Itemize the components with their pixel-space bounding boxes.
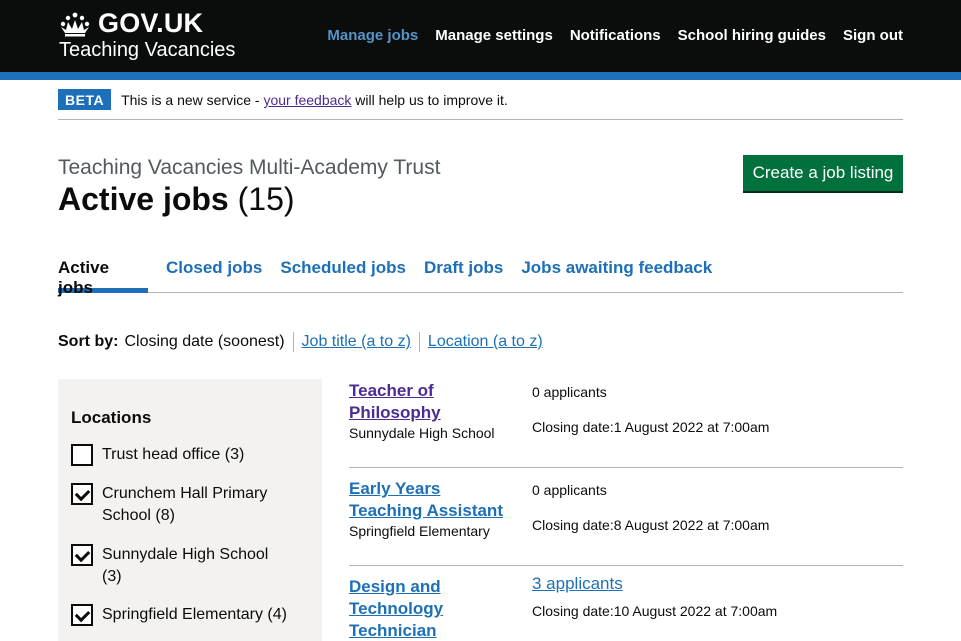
job-school: Sunnydale High School: [349, 425, 495, 441]
tab-active-jobs[interactable]: Active jobs: [58, 258, 148, 297]
nav-manage-jobs[interactable]: Manage jobs: [327, 27, 418, 44]
job-title-link[interactable]: Design and Technology Technician: [349, 576, 509, 641]
job-title-link[interactable]: Early Years Teaching Assistant: [349, 478, 509, 522]
checkbox-label: Crunchem Hall Primary School (8): [102, 485, 268, 524]
govuk-logo[interactable]: GOV.UK: [58, 8, 203, 39]
job-status-tabs: Active jobs Closed jobs Scheduled jobs D…: [58, 258, 903, 297]
nav-notifications[interactable]: Notifications: [570, 27, 661, 44]
filter-heading: Locations: [71, 408, 152, 427]
nav-manage-settings[interactable]: Manage settings: [435, 27, 553, 44]
sort-divider: [292, 332, 294, 352]
create-job-listing-button[interactable]: Create a job listing: [743, 155, 903, 191]
checkbox[interactable]: [71, 483, 93, 505]
sort-job-title-link[interactable]: Job title (a to z): [302, 333, 411, 351]
job-closing-date: Closing date:1 August 2022 at 7:00am: [532, 419, 770, 435]
checkbox-label: Trust head office (3): [102, 446, 245, 463]
sort-location-link[interactable]: Location (a to z): [428, 333, 543, 351]
phase-banner: BETA This is a new service - your feedba…: [58, 89, 903, 120]
job-title-link[interactable]: Teacher of Philosophy: [349, 380, 509, 424]
beta-text-after: will help us to improve it.: [351, 92, 508, 108]
tab-jobs-awaiting-feedback[interactable]: Jobs awaiting feedback: [521, 258, 712, 293]
tab-draft-jobs[interactable]: Draft jobs: [424, 258, 503, 293]
checkbox[interactable]: [71, 444, 93, 466]
job-divider: [349, 565, 903, 566]
checkbox-label: Sunnydale High School (3): [102, 546, 269, 585]
sort-options: Sort by: Closing date (soonest) Job titl…: [58, 332, 543, 352]
logo-text: GOV.UK: [98, 8, 204, 38]
tab-scheduled-jobs[interactable]: Scheduled jobs: [280, 258, 406, 293]
filter-trust-head-office[interactable]: Trust head office (3): [71, 444, 292, 466]
job-applicants: 0 applicants: [532, 384, 607, 400]
nav-sign-out[interactable]: Sign out: [843, 27, 903, 44]
organisation-caption: Teaching Vacancies Multi-Academy Trust: [58, 156, 441, 179]
header-accent-bar: [0, 72, 961, 80]
filter-springfield-elementary[interactable]: Springfield Elementary (4): [71, 604, 292, 626]
job-closing-date: Closing date:8 August 2022 at 7:00am: [532, 517, 770, 533]
page-title-text: Active jobs: [58, 181, 229, 217]
page-title: Active jobs (15): [58, 181, 295, 218]
sort-divider: [418, 332, 420, 352]
job-school: Springfield Elementary: [349, 523, 490, 539]
service-name[interactable]: Teaching Vacancies: [59, 39, 235, 62]
checkbox[interactable]: [71, 544, 93, 566]
crown-icon: [60, 12, 90, 36]
job-divider: [349, 467, 903, 468]
beta-tag: BETA: [58, 89, 112, 110]
job-closing-date: Closing date:10 August 2022 at 7:00am: [532, 603, 778, 619]
job-applicants-link[interactable]: 3 applicants: [532, 574, 623, 594]
sort-current: Closing date (soonest): [124, 333, 285, 350]
job-count: (15): [237, 181, 295, 217]
sort-label: Sort by:: [58, 333, 119, 350]
site-header: GOV.UK Teaching Vacancies Manage jobs Ma…: [0, 0, 961, 72]
checkbox[interactable]: [71, 604, 93, 626]
filter-sunnydale-high[interactable]: Sunnydale High School (3): [71, 544, 292, 588]
beta-text-before: This is a new service -: [121, 92, 264, 108]
nav-school-hiring-guides[interactable]: School hiring guides: [678, 27, 826, 44]
filter-crunchem-hall[interactable]: Crunchem Hall Primary School (8): [71, 483, 292, 527]
primary-nav: Manage jobs Manage settings Notification…: [310, 27, 903, 44]
checkbox-label: Springfield Elementary (4): [102, 606, 287, 623]
beta-message: This is a new service - your feedback wi…: [121, 92, 508, 108]
job-applicants: 0 applicants: [532, 482, 607, 498]
tab-closed-jobs[interactable]: Closed jobs: [166, 258, 262, 293]
filter-panel: Locations Trust head office (3) Crunchem…: [58, 379, 322, 641]
feedback-link[interactable]: your feedback: [263, 92, 351, 108]
